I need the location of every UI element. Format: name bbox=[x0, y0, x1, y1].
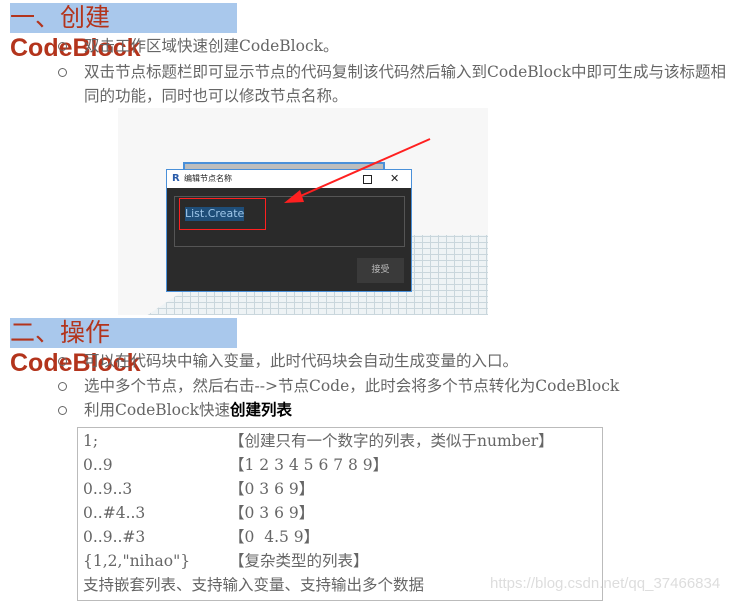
list-item: 可以在代码块中输入变量，此时代码块会自动生成变量的入口。 bbox=[58, 349, 734, 373]
code-row: {1,2,"nihao"} 【复杂类型的列表】 bbox=[83, 549, 369, 573]
code: 0..9..#3 bbox=[83, 528, 146, 546]
watermark: https://blog.csdn.net/qq_37466834 bbox=[490, 575, 721, 592]
code: {1,2,"nihao"} bbox=[83, 552, 191, 570]
list-item: 选中多个节点，然后右击-->节点Code，此时会将多个节点转化为CodeBloc… bbox=[58, 374, 734, 398]
code-desc: 【创建只有一个数字的列表，类似于number】 bbox=[229, 432, 554, 450]
item-text: 双击工作区域快速创建CodeBlock。 bbox=[84, 37, 339, 55]
code-row: 0..9..3 【0 3 6 9】 bbox=[83, 477, 314, 501]
item-text: 选中多个节点，然后右击-->节点Code，此时会将多个节点转化为CodeBloc… bbox=[84, 377, 620, 395]
list-item: 双击工作区域快速创建CodeBlock。 bbox=[58, 34, 734, 58]
code-desc: 【复杂类型的列表】 bbox=[229, 552, 369, 570]
code: 0..9..3 bbox=[83, 480, 133, 498]
bullet-icon bbox=[58, 406, 67, 415]
section2-heading: 二、操作CodeBlock bbox=[10, 318, 237, 377]
code: 0..#4..3 bbox=[83, 504, 146, 522]
heading-prefix: 一、创建 bbox=[10, 4, 111, 32]
section1-heading: 一、创建CodeBlock bbox=[10, 3, 237, 62]
code-row: 0..9..#3 【0 4.5 9】 bbox=[83, 525, 319, 549]
code-row: 0..#4..3 【0 3 6 9】 bbox=[83, 501, 314, 525]
code-desc: 【1 2 3 4 5 6 7 8 9】 bbox=[229, 456, 389, 474]
bullet-icon bbox=[58, 357, 67, 366]
bullet-icon bbox=[58, 382, 67, 391]
code-row: 0..9 【1 2 3 4 5 6 7 8 9】 bbox=[83, 453, 388, 477]
code-desc: 【0 4.5 9】 bbox=[229, 528, 320, 546]
code: 1; bbox=[83, 432, 99, 450]
screenshot-image: R 编辑节点名称 ✕ List.Create 接受 bbox=[118, 108, 488, 315]
code-footer: 支持嵌套列表、支持输入变量、支持输出多个数据 bbox=[83, 576, 425, 594]
heading-prefix: 二、操作 bbox=[10, 319, 111, 347]
code-desc: 【0 3 6 9】 bbox=[229, 480, 315, 498]
item-text: 利用CodeBlock快速 bbox=[84, 401, 231, 419]
bullet-icon bbox=[58, 42, 67, 51]
code-row: 1; 【创建只有一个数字的列表，类似于number】 bbox=[83, 429, 554, 453]
list-item: 双击节点标题栏即可显示节点的代码复制该代码然后输入到CodeBlock中即可生成… bbox=[58, 60, 734, 108]
list-item: 利用CodeBlock快速创建列表 bbox=[58, 398, 734, 422]
item-bold: 创建列表 bbox=[230, 400, 293, 419]
code-desc: 【0 3 6 9】 bbox=[229, 504, 315, 522]
annotation-arrow bbox=[284, 138, 431, 203]
bullet-icon bbox=[58, 68, 67, 77]
item-text: 双击节点标题栏即可显示节点的代码复制该代码然后输入到CodeBlock中即可生成… bbox=[84, 63, 727, 105]
item-text: 可以在代码块中输入变量，此时代码块会自动生成变量的入口。 bbox=[84, 352, 519, 370]
code: 0..9 bbox=[83, 456, 113, 474]
